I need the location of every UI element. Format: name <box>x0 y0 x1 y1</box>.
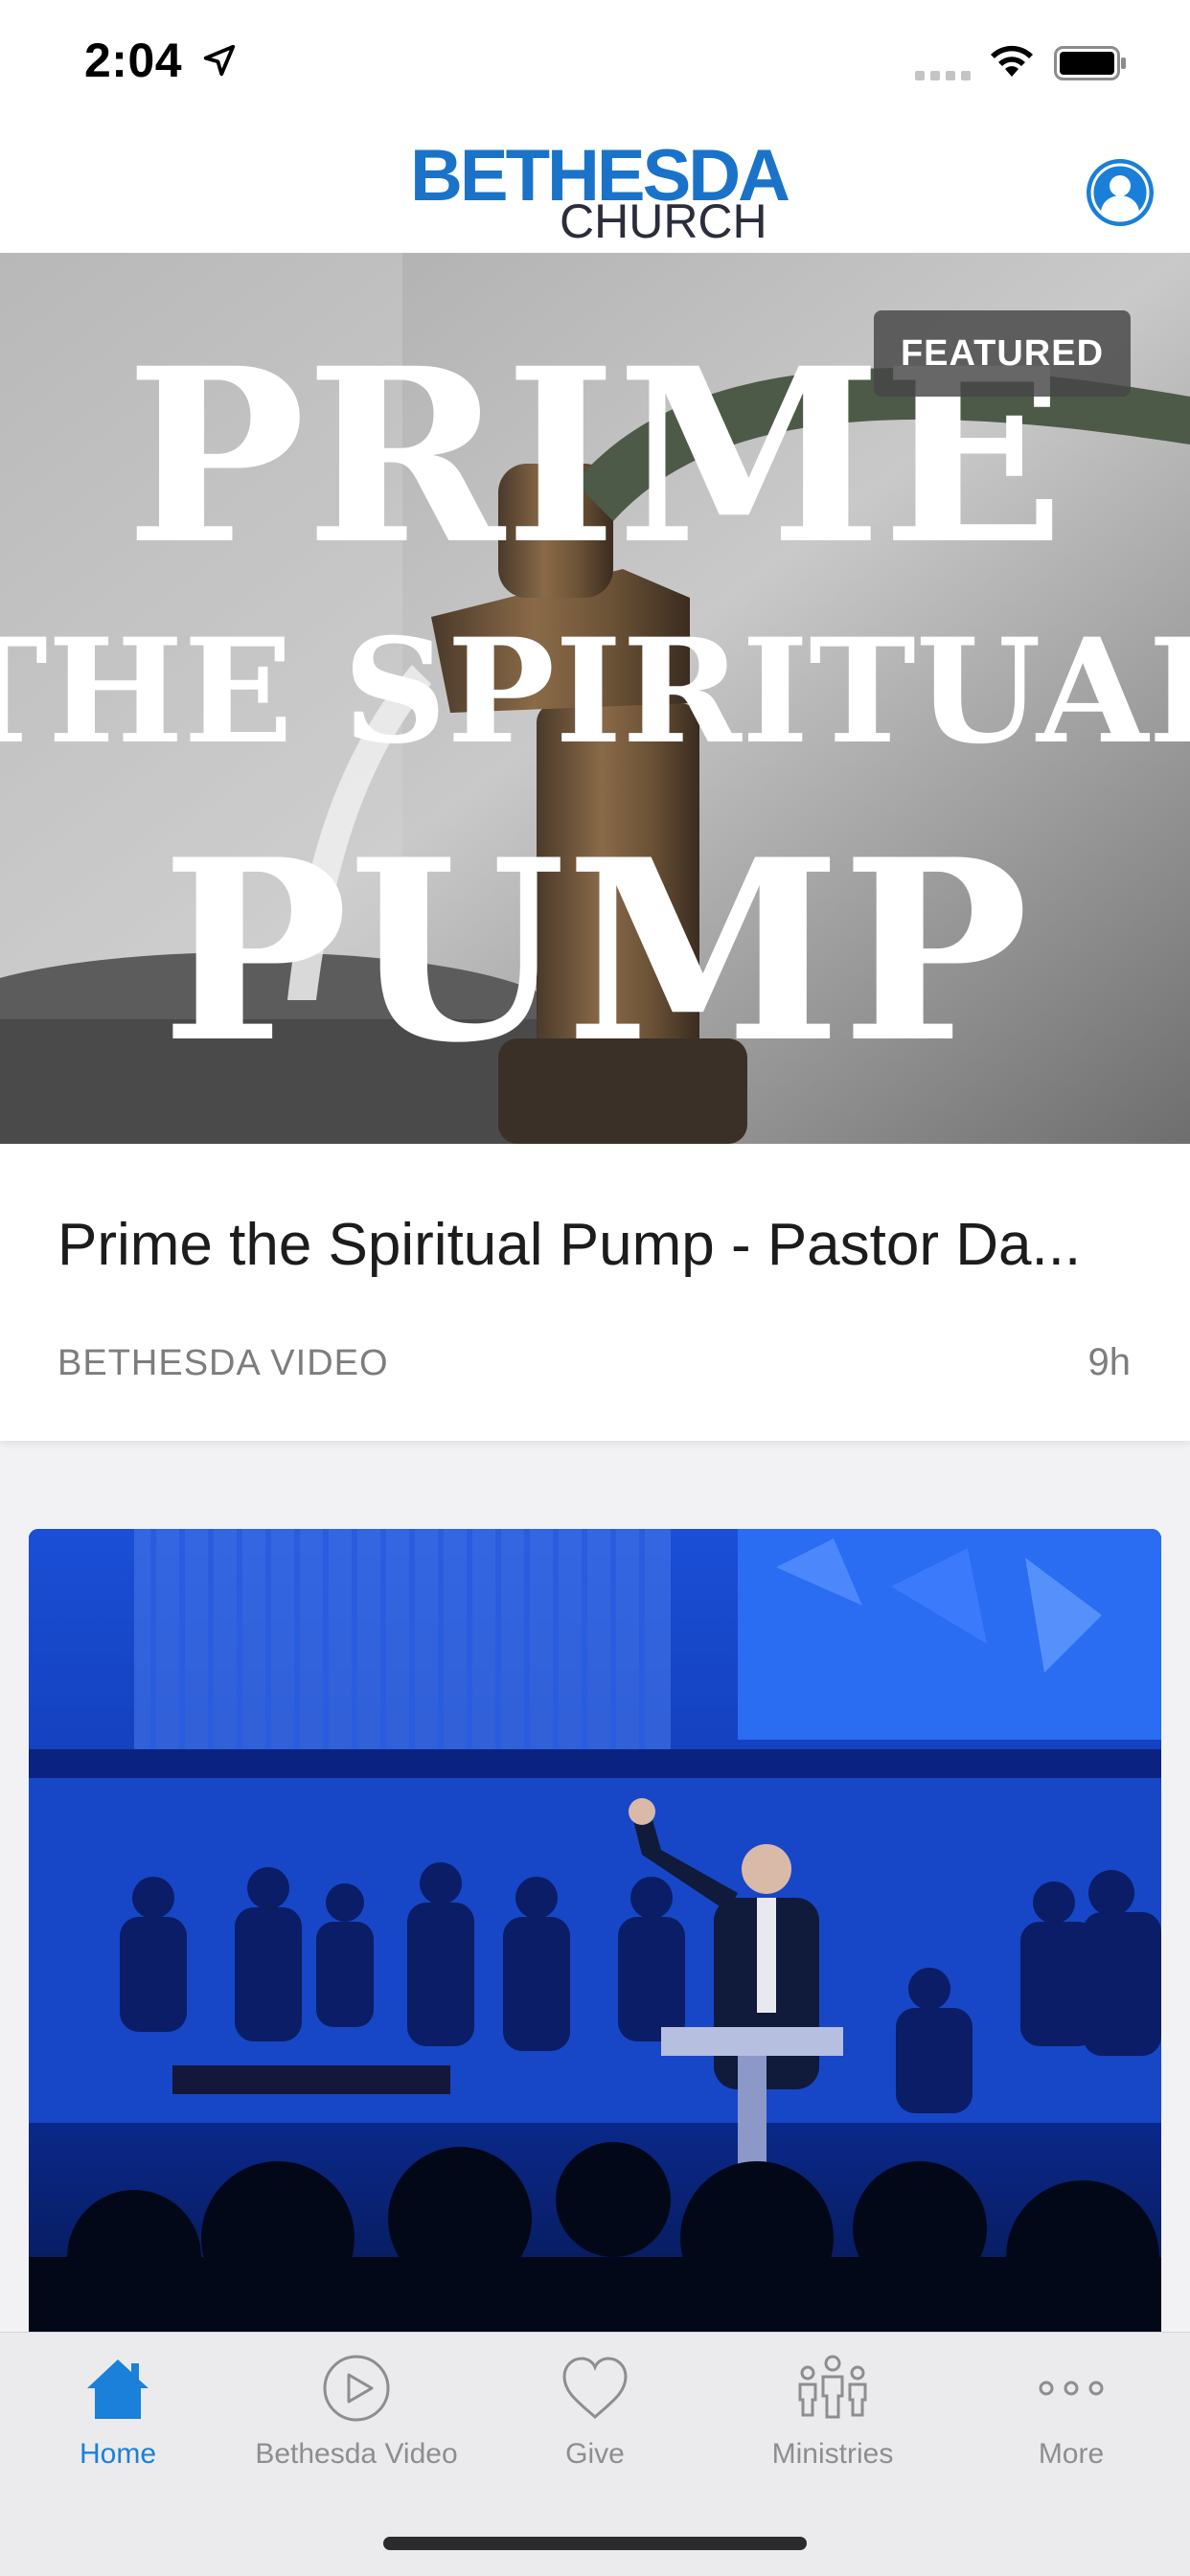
featured-age: 9h <box>1087 1341 1132 1383</box>
tab-home-label: Home <box>79 2438 157 2470</box>
user-profile-icon[interactable] <box>1087 159 1154 226</box>
hero-text-pump: PUMP <box>161 806 1029 1098</box>
home-indicator[interactable] <box>383 2537 807 2550</box>
play-circle-icon <box>323 2355 390 2422</box>
tab-ministries-label: Ministries <box>771 2438 894 2470</box>
home-icon <box>87 2359 149 2419</box>
location-arrow-icon <box>203 44 236 77</box>
cellular-signal-icon <box>915 71 971 80</box>
tab-home[interactable]: Home <box>0 2352 238 2496</box>
tab-bethesda-video-label: Bethesda Video <box>255 2438 458 2470</box>
heart-icon <box>562 2357 628 2420</box>
hero-text-spiritual: THE SPIRITUAL <box>0 607 1190 776</box>
people-group-icon <box>798 2355 867 2419</box>
featured-image[interactable]: PRIME THE SPIRITUAL PUMP FEATURED <box>0 253 1190 1144</box>
tab-ministries[interactable]: Ministries <box>713 2352 952 2496</box>
featured-title[interactable]: Prime the Spiritual Pump - Pastor Da... <box>57 1211 1131 1279</box>
tab-give-label: Give <box>565 2438 625 2470</box>
status-bar: 2:04 <box>0 0 1190 126</box>
logo-church-text: CHURCH <box>560 194 767 248</box>
battery-icon <box>1054 46 1126 80</box>
content-card-image[interactable] <box>29 1529 1161 2391</box>
app-header: BETHESDA CHURCH <box>0 126 1190 253</box>
tab-give[interactable]: Give <box>475 2352 715 2496</box>
featured-source: BETHESDA VIDEO <box>57 1343 389 1383</box>
tab-more-label: More <box>1038 2438 1105 2470</box>
more-dots-icon <box>1039 2381 1104 2396</box>
tab-more[interactable]: More <box>951 2352 1190 2496</box>
featured-badge: FEATURED <box>874 310 1131 397</box>
wifi-icon <box>991 45 1033 77</box>
featured-card[interactable]: PRIME THE SPIRITUAL PUMP FEATURED Prime … <box>0 253 1190 1441</box>
status-time: 2:04 <box>84 34 183 87</box>
tab-bethesda-video[interactable]: Bethesda Video <box>237 2352 476 2496</box>
church-logo[interactable]: BETHESDA CHURCH <box>410 140 790 246</box>
